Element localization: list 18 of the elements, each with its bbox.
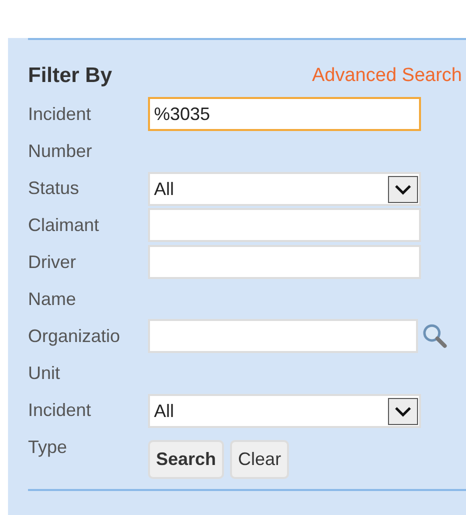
dropdown-field[interactable]: All	[148, 172, 421, 206]
chevron-down-icon	[388, 398, 418, 424]
dropdown-field[interactable]: All	[148, 394, 421, 428]
field-label: Driver Name	[28, 251, 78, 311]
text-field[interactable]: %3035	[148, 97, 421, 131]
field-label: Status	[28, 177, 80, 200]
chevron-down-icon	[388, 176, 418, 202]
action-button[interactable]: Clear	[230, 440, 290, 479]
text-field[interactable]	[148, 245, 421, 279]
field-label: Incident Number	[28, 103, 94, 163]
field-label: Claimant	[28, 214, 100, 237]
text-field[interactable]	[148, 319, 418, 353]
field-label: Organizatio Unit	[28, 325, 122, 385]
text-field[interactable]	[148, 208, 421, 242]
field-label: Incident Type	[28, 399, 92, 459]
search-icon[interactable]	[422, 322, 448, 348]
filter-title: Filter By	[28, 64, 112, 88]
action-button[interactable]: Search	[148, 440, 224, 479]
